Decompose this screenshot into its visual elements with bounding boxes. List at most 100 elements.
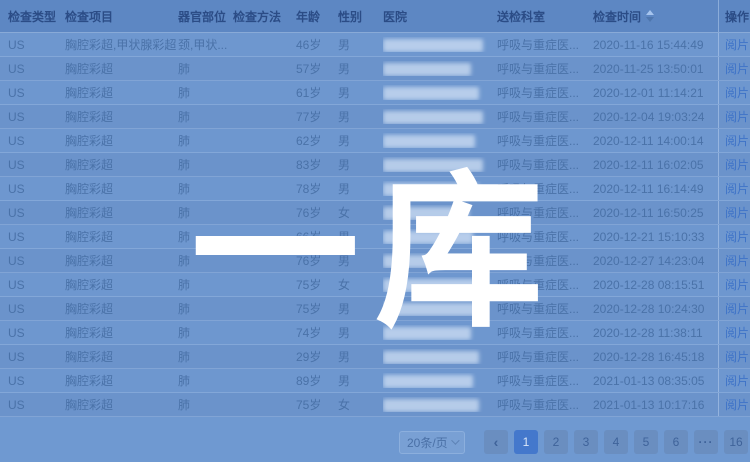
cell-exam-type: US <box>8 182 65 196</box>
view-images-link[interactable]: 阅片 <box>725 132 749 149</box>
cell-exam-item: 胸腔彩超 <box>65 132 178 149</box>
cell-department: 呼吸与重症医... <box>497 252 593 269</box>
cell-action: 阅片 <box>718 201 750 224</box>
cell-exam-type: US <box>8 254 65 268</box>
cell-age: 76岁 <box>296 204 338 221</box>
hospital-redacted <box>383 111 483 124</box>
cell-department: 呼吸与重症医... <box>497 348 593 365</box>
cell-department: 呼吸与重症医... <box>497 180 593 197</box>
page-button-16[interactable]: 16 <box>724 430 748 454</box>
cell-age: 74岁 <box>296 324 338 341</box>
cell-gender: 男 <box>338 348 383 365</box>
cell-exam-item: 胸腔彩超 <box>65 372 178 389</box>
cell-age: 78岁 <box>296 180 338 197</box>
cell-organ: 肺 <box>178 372 233 389</box>
table-row: US胸腔彩超肺75岁女呼吸与重症医...2020-12-28 08:15:51阅… <box>0 273 750 297</box>
view-images-link[interactable]: 阅片 <box>725 228 749 245</box>
view-images-link[interactable]: 阅片 <box>725 396 749 413</box>
cell-age: 61岁 <box>296 84 338 101</box>
view-images-link[interactable]: 阅片 <box>725 36 749 53</box>
table-row: US胸腔彩超肺75岁男呼吸与重症医...2020-12-28 10:24:30阅… <box>0 297 750 321</box>
cell-gender: 男 <box>338 180 383 197</box>
cell-exam-time: 2020-12-27 14:23:04 <box>593 254 718 268</box>
hospital-redacted <box>383 303 483 316</box>
cell-department: 呼吸与重症医... <box>497 84 593 101</box>
view-images-link[interactable]: 阅片 <box>725 276 749 293</box>
page-button-1[interactable]: 1 <box>514 430 538 454</box>
view-images-link[interactable]: 阅片 <box>725 204 749 221</box>
col-header-action: 操作 <box>718 0 750 32</box>
cell-exam-time: 2021-01-13 10:17:16 <box>593 398 718 412</box>
cell-action: 阅片 <box>718 345 750 368</box>
cell-age: 77岁 <box>296 108 338 125</box>
cell-action: 阅片 <box>718 369 750 392</box>
cell-exam-type: US <box>8 134 65 148</box>
cell-hospital <box>383 373 497 387</box>
cell-hospital <box>383 61 497 75</box>
hospital-redacted <box>383 135 475 148</box>
cell-department: 呼吸与重症医... <box>497 204 593 221</box>
pagination-bar: 20条/页 ‹ 123456···16 <box>399 430 748 454</box>
view-images-link[interactable]: 阅片 <box>725 348 749 365</box>
view-images-link[interactable]: 阅片 <box>725 60 749 77</box>
cell-exam-item: 胸腔彩超 <box>65 156 178 173</box>
col-header-exam-item: 检查项目 <box>65 8 178 25</box>
cell-department: 呼吸与重症医... <box>497 396 593 413</box>
prev-page-button[interactable]: ‹ <box>484 430 508 454</box>
cell-action: 阅片 <box>718 225 750 248</box>
view-images-link[interactable]: 阅片 <box>725 372 749 389</box>
sort-caret[interactable] <box>646 10 654 22</box>
cell-organ: 肺 <box>178 252 233 269</box>
cell-gender: 男 <box>338 84 383 101</box>
cell-department: 呼吸与重症医... <box>497 108 593 125</box>
page-ellipsis-button[interactable]: ··· <box>694 430 718 454</box>
cell-organ: 颈,甲状... <box>178 36 233 53</box>
cell-hospital <box>383 181 497 195</box>
cell-exam-type: US <box>8 398 65 412</box>
col-header-hospital: 医院 <box>383 8 497 25</box>
page-button-5[interactable]: 5 <box>634 430 658 454</box>
view-images-link[interactable]: 阅片 <box>725 324 749 341</box>
table-row: US胸腔彩超肺29岁男呼吸与重症医...2020-12-28 16:45:18阅… <box>0 345 750 369</box>
view-images-link[interactable]: 阅片 <box>725 108 749 125</box>
page-button-2[interactable]: 2 <box>544 430 568 454</box>
table-header-row: 检查类型 检查项目 器官部位 检查方法 年龄 性别 医院 送检科室 检查时间 操… <box>0 0 750 33</box>
page-size-select[interactable]: 20条/页 <box>399 431 465 454</box>
page-button-6[interactable]: 6 <box>664 430 688 454</box>
cell-age: 76岁 <box>296 252 338 269</box>
col-header-gender: 性别 <box>338 8 383 25</box>
table-row: US胸腔彩超肺74岁男呼吸与重症医...2020-12-28 11:38:11阅… <box>0 321 750 345</box>
view-images-link[interactable]: 阅片 <box>725 84 749 101</box>
cell-age: 57岁 <box>296 60 338 77</box>
cell-organ: 肺 <box>178 180 233 197</box>
page-button-4[interactable]: 4 <box>604 430 628 454</box>
chevron-down-icon <box>451 436 459 444</box>
cell-exam-time: 2020-12-28 08:15:51 <box>593 278 718 292</box>
col-header-department: 送检科室 <box>497 8 593 25</box>
cell-organ: 肺 <box>178 108 233 125</box>
view-images-link[interactable]: 阅片 <box>725 156 749 173</box>
cell-age: 66岁 <box>296 228 338 245</box>
view-images-link[interactable]: 阅片 <box>725 252 749 269</box>
cell-hospital <box>383 109 497 123</box>
cell-exam-item: 胸腔彩超 <box>65 396 178 413</box>
table-row: US胸腔彩超肺75岁女呼吸与重症医...2021-01-13 10:17:16阅… <box>0 393 750 417</box>
cell-organ: 肺 <box>178 348 233 365</box>
cell-action: 阅片 <box>718 129 750 152</box>
cell-exam-time: 2020-12-28 16:45:18 <box>593 350 718 364</box>
cell-exam-item: 胸腔彩超 <box>65 324 178 341</box>
hospital-redacted <box>383 87 479 100</box>
col-header-exam-time[interactable]: 检查时间 <box>593 8 718 25</box>
cell-age: 83岁 <box>296 156 338 173</box>
cell-exam-time: 2020-12-01 11:14:21 <box>593 86 718 100</box>
cell-department: 呼吸与重症医... <box>497 300 593 317</box>
page-button-3[interactable]: 3 <box>574 430 598 454</box>
cell-exam-time: 2020-12-11 16:14:49 <box>593 182 718 196</box>
cell-hospital <box>383 229 497 243</box>
hospital-redacted <box>383 63 471 76</box>
table-row: US胸腔彩超肺76岁女呼吸与重症医...2020-12-11 16:50:25阅… <box>0 201 750 225</box>
cell-exam-type: US <box>8 110 65 124</box>
view-images-link[interactable]: 阅片 <box>725 180 749 197</box>
cell-exam-time: 2020-11-25 13:50:01 <box>593 62 718 76</box>
view-images-link[interactable]: 阅片 <box>725 300 749 317</box>
